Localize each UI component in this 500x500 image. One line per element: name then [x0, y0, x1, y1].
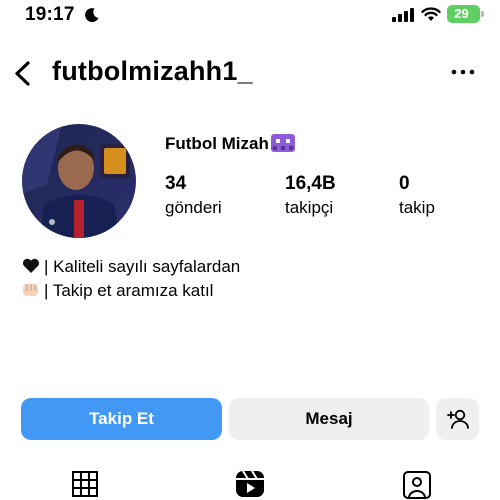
black-heart-icon — [22, 258, 40, 273]
followers-count[interactable]: 16,4B takipçi — [285, 173, 336, 219]
grid-icon — [72, 471, 98, 497]
tab-tagged[interactable] — [401, 468, 433, 500]
profile-username: futbolmizahh1_ — [52, 56, 253, 86]
battery-cap — [481, 11, 484, 17]
posts-count[interactable]: 34 gönderi — [165, 173, 222, 219]
follow-button[interactable]: Takip Et — [21, 398, 222, 440]
following-number: 0 — [399, 173, 410, 194]
avatar-photo — [22, 124, 136, 238]
bio-text: | Kaliteli sayılı sayfalardan — [44, 257, 241, 276]
following-count[interactable]: 0 takip — [399, 173, 435, 219]
posts-label: gönderi — [165, 198, 222, 217]
wifi-icon — [421, 7, 441, 21]
bio-line: | Takip et aramıza katıl — [22, 280, 213, 302]
status-bar: 19:17 29 — [0, 0, 500, 34]
followers-number: 16,4B — [285, 173, 336, 194]
battery-level: 29 — [454, 6, 469, 21]
bio-text: | Takip et aramıza katıl — [44, 281, 214, 300]
space-invader-icon — [270, 134, 295, 152]
ellipsis-icon — [451, 69, 475, 75]
message-button[interactable]: Mesaj — [229, 398, 429, 440]
back-button[interactable] — [8, 56, 38, 90]
more-options-button[interactable] — [448, 62, 478, 82]
moon-icon — [85, 8, 99, 23]
bio-line: | Kaliteli sayılı sayfalardan — [22, 256, 240, 278]
fist-bump-icon — [23, 284, 38, 296]
profile-display-name: Futbol Mizah — [165, 134, 295, 154]
chevron-left-icon — [15, 61, 30, 86]
tagged-person-icon — [403, 471, 431, 499]
signal-icon — [392, 8, 414, 22]
battery-indicator: 29 — [447, 5, 484, 23]
suggested-accounts-button[interactable] — [436, 398, 479, 440]
followers-label: takipçi — [285, 198, 334, 217]
tab-reels[interactable] — [234, 468, 266, 500]
profile-avatar[interactable] — [22, 124, 136, 238]
display-name-text: Futbol Mizah — [165, 134, 269, 153]
tab-posts-grid[interactable] — [69, 468, 101, 500]
add-person-icon — [446, 409, 469, 429]
posts-number: 34 — [165, 173, 187, 194]
reels-icon — [236, 470, 264, 497]
status-time: 19:17 — [25, 4, 75, 25]
following-label: takip — [399, 198, 435, 217]
